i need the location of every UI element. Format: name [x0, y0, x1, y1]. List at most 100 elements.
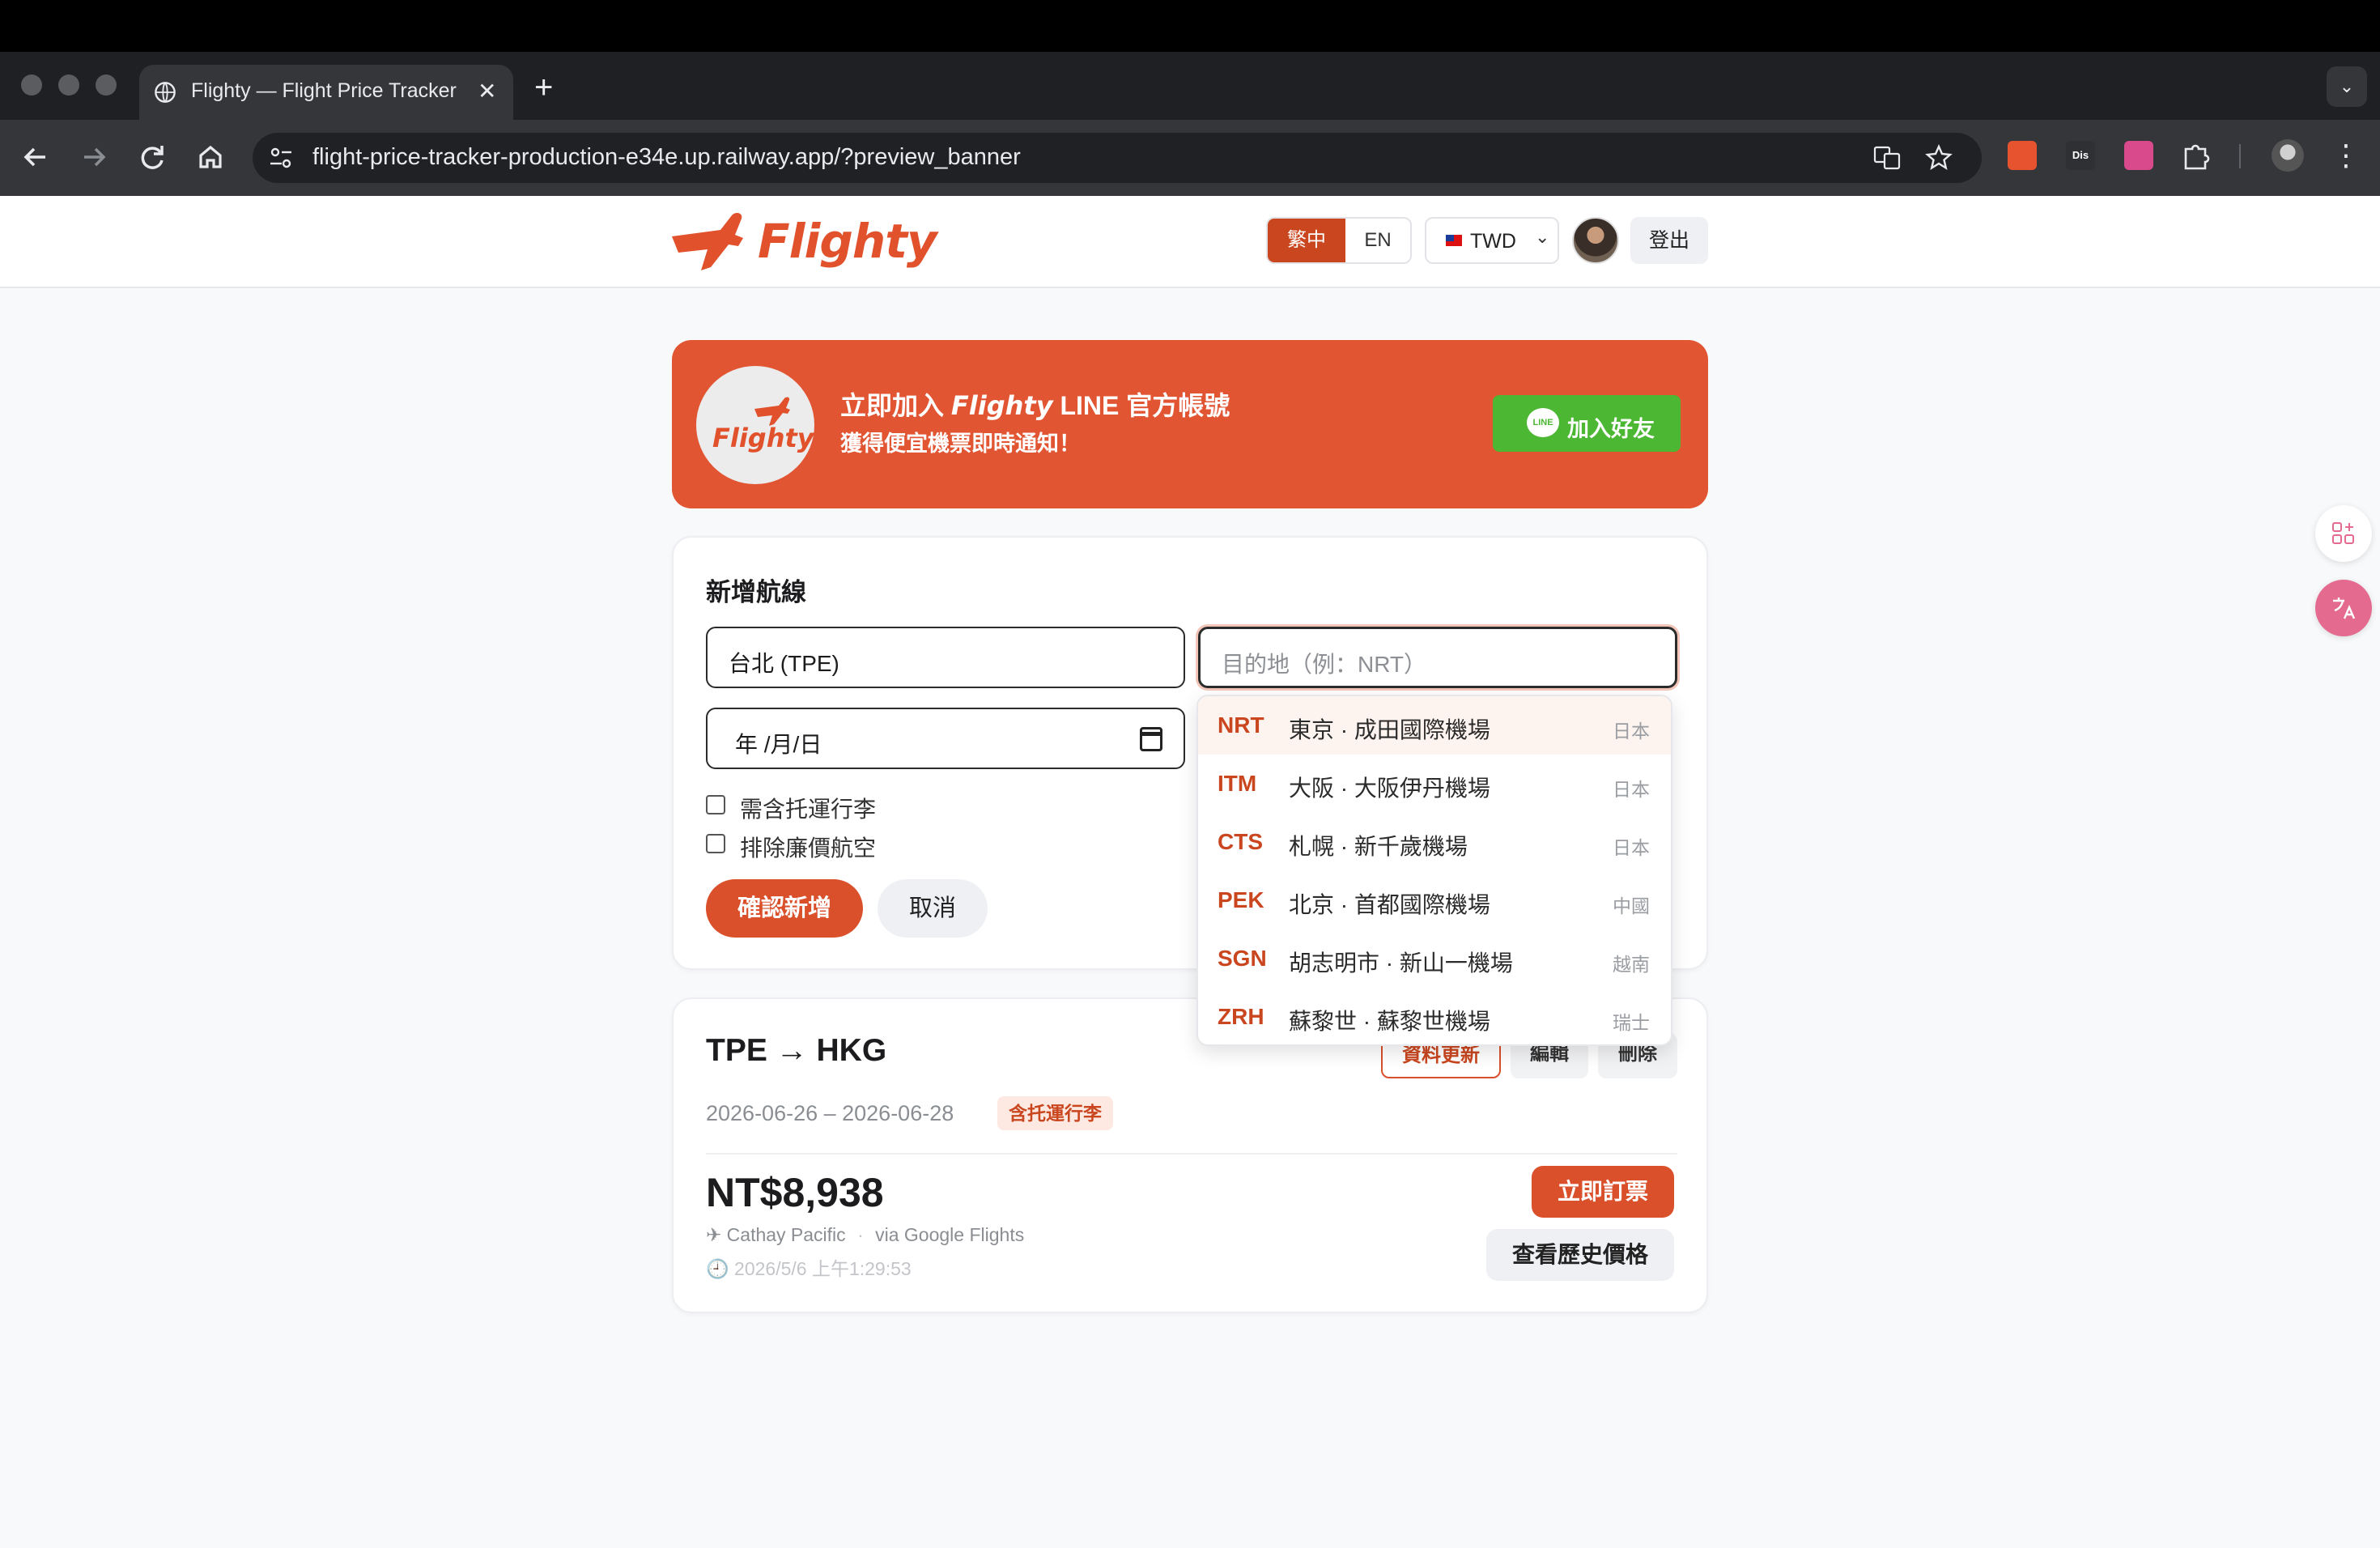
tab-search-button[interactable]: ⌄ [2327, 66, 2367, 107]
forward-button[interactable] [74, 138, 113, 176]
price-history-button[interactable]: 查看歷史價格 [1486, 1229, 1674, 1281]
add-line-friend-button[interactable]: LINE 加入好友 [1493, 395, 1681, 452]
line-promo-banner: Flighty 立即加入 Flighty LINE 官方帳號 獲得便宜機票即時通… [672, 340, 1708, 508]
origin-input[interactable]: 台北 (TPE) [706, 627, 1185, 688]
banner-title: 立即加入 Flighty LINE 官方帳號 [840, 385, 1230, 423]
extensions-puzzle-icon[interactable] [2179, 139, 2212, 172]
suggestion-item[interactable]: PEK 北京 · 首都國際機場 中國 [1198, 871, 1671, 929]
dis-ext-icon[interactable]: Dis [2066, 141, 2095, 170]
language-ext-icon[interactable] [2124, 141, 2153, 170]
baggage-checkbox-label: 需含托運行李 [740, 797, 877, 822]
date-value: 年 /月/日 [735, 732, 822, 757]
confirm-add-button[interactable]: 確認新增 [706, 879, 863, 938]
price-source: via Google Flights [875, 1224, 1025, 1245]
profile-avatar[interactable] [2272, 139, 2304, 172]
home-button[interactable] [191, 138, 230, 176]
meta-separator: · [857, 1224, 864, 1245]
site-settings-icon[interactable] [266, 142, 296, 173]
cancel-button[interactable]: 取消 [878, 879, 988, 938]
airport-country: 越南 [1613, 954, 1650, 975]
destination-placeholder: 目的地（例：NRT） [1222, 652, 1427, 677]
airport-country: 日本 [1613, 721, 1650, 742]
arrow-right-icon [84, 147, 106, 167]
add-route-title: 新增航線 [706, 578, 806, 606]
currency-select[interactable]: TWD ⌄ [1425, 217, 1559, 264]
airport-name: 札幌 · 新千歲機場 [1289, 834, 1468, 859]
toolbar-divider [2239, 144, 2241, 168]
translate-ext-icon[interactable] [2008, 141, 2037, 170]
book-now-button[interactable]: 立即訂票 [1532, 1166, 1674, 1218]
translate-page-icon[interactable] [1873, 144, 1901, 172]
suggestion-item[interactable]: ITM 大阪 · 大阪伊丹機場 日本 [1198, 755, 1671, 813]
exclude-lcc-checkbox[interactable] [706, 834, 725, 853]
airplane-logo-icon [672, 212, 743, 270]
window-minimize-button[interactable] [58, 74, 79, 96]
translate-icon [2333, 598, 2356, 619]
airport-code: CTS [1218, 829, 1263, 854]
suggestion-item[interactable]: SGN 胡志明市 · 新山一機場 越南 [1198, 929, 1671, 988]
airport-name: 東京 · 成田國際機場 [1289, 717, 1490, 742]
arrow-left-icon [23, 147, 45, 167]
reload-icon [141, 146, 164, 169]
logout-button[interactable]: 登出 [1630, 217, 1708, 264]
calendar-icon[interactable] [1140, 727, 1162, 751]
destination-suggestions: NRT 東京 · 成田國際機場 日本 ITM 大阪 · 大阪伊丹機場 日本 CT… [1196, 695, 1672, 1046]
os-menu-bar [0, 0, 2380, 52]
url-text: flight-price-tracker-production-e34e.up.… [312, 144, 1021, 170]
airport-country: 瑞士 [1613, 1012, 1650, 1033]
airport-name: 大阪 · 大阪伊丹機場 [1289, 776, 1490, 801]
new-tab-button[interactable]: + [534, 70, 553, 106]
airport-code: NRT [1218, 712, 1264, 738]
logo-text: Flighty [758, 214, 937, 269]
route-dates: 2026-06-26 – 2026-06-28 [706, 1101, 954, 1125]
reload-button[interactable] [133, 138, 172, 176]
baggage-checkbox[interactable] [706, 795, 725, 814]
tab-close-icon[interactable]: ✕ [478, 78, 496, 104]
banner-title-brand: Flighty [950, 390, 1053, 421]
app-header [0, 196, 2380, 288]
banner-logo: Flighty [696, 366, 814, 484]
side-translate-widget[interactable] [2315, 580, 2372, 636]
bookmark-star-icon[interactable] [1925, 144, 1953, 172]
back-button[interactable] [16, 138, 55, 176]
add-friend-label: 加入好友 [1567, 417, 1655, 441]
home-icon [199, 145, 222, 168]
suggestion-item[interactable]: ZRH 蘇黎世 · 蘇黎世機場 瑞士 [1198, 988, 1671, 1044]
destination-input[interactable]: 目的地（例：NRT） [1198, 627, 1677, 688]
apps-grid-icon [2332, 522, 2354, 544]
flighty-logo[interactable]: Flighty [669, 209, 937, 277]
flight-meta: ✈ Cathay Pacific · via Google Flights [706, 1224, 1024, 1246]
airport-code: ZRH [1218, 1004, 1264, 1029]
banner-subtitle: 獲得便宜機票即時通知！ [840, 432, 1081, 456]
route-title: TPE → HKG [706, 1033, 887, 1068]
last-updated: 🕘 2026/5/6 上午1:29:53 [706, 1258, 912, 1279]
suggestion-item[interactable]: NRT 東京 · 成田國際機場 日本 [1198, 696, 1671, 755]
globe-icon [155, 82, 176, 103]
tab-title: Flighty — Flight Price Tracker [191, 79, 457, 102]
side-apps-widget[interactable] [2315, 505, 2372, 562]
exclude-lcc-checkbox-label: 排除廉價航空 [740, 836, 877, 861]
airport-country: 日本 [1613, 837, 1650, 858]
suggestion-item[interactable]: CTS 札幌 · 新千歲機場 日本 [1198, 813, 1671, 871]
origin-value: 台北 (TPE) [729, 651, 839, 676]
departure-date-input[interactable]: 年 /月/日 [706, 708, 1185, 769]
banner-logo-text: Flighty [712, 423, 814, 453]
airline-name: ✈ Cathay Pacific [706, 1224, 846, 1245]
airport-country: 日本 [1613, 779, 1650, 800]
banner-title-prefix: 立即加入 [840, 391, 945, 420]
window-zoom-button[interactable] [96, 74, 117, 96]
airport-country: 中國 [1613, 895, 1650, 916]
browser-tab-active[interactable]: Flighty — Flight Price Tracker ✕ [139, 65, 513, 120]
airport-code: PEK [1218, 887, 1264, 912]
banner-title-suffix: LINE 官方帳號 [1060, 391, 1230, 420]
airport-code: SGN [1218, 946, 1267, 971]
address-bar[interactable]: flight-price-tracker-production-e34e.up.… [253, 133, 1982, 183]
browser-menu-icon[interactable]: ⋮ [2331, 138, 2361, 176]
user-avatar[interactable] [1572, 217, 1619, 264]
airport-name: 胡志明市 · 新山一機場 [1289, 950, 1513, 976]
baggage-badge: 含托運行李 [997, 1096, 1113, 1130]
lang-en-button[interactable]: EN [1345, 219, 1410, 262]
window-close-button[interactable] [21, 74, 42, 96]
airport-name: 北京 · 首都國際機場 [1289, 892, 1490, 917]
lang-zh-button[interactable]: 繁中 [1268, 219, 1345, 262]
